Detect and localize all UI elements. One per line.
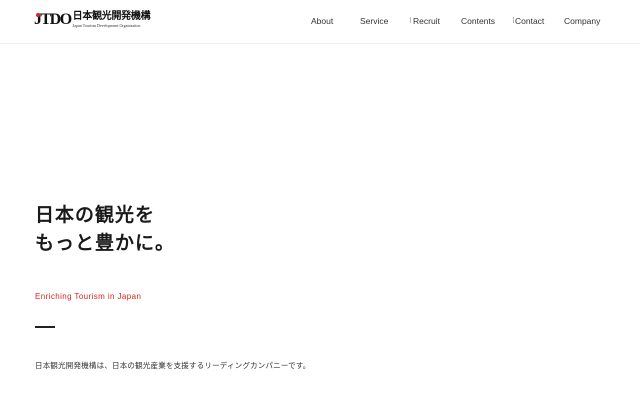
nav-separator (410, 17, 411, 23)
hero-description: 日本観光開発機構は、日本の観光産業を支援するリーディングカンパニーです。 (35, 361, 311, 370)
main-nav: About Service Recruit Contents Contact C… (0, 16, 640, 30)
nav-contents[interactable]: Contents (461, 16, 495, 26)
nav-contact[interactable]: Contact (515, 16, 544, 26)
nav-service[interactable]: Service (360, 16, 388, 26)
nav-about[interactable]: About (311, 16, 333, 26)
site-header: JTDO 日本観光開発機構 Japan Tourism Development … (0, 0, 640, 44)
hero-divider (35, 326, 55, 328)
nav-recruit[interactable]: Recruit (413, 16, 440, 26)
nav-company[interactable]: Company (564, 16, 600, 26)
hero-headline-line1: 日本の観光を (35, 204, 156, 226)
hero-tagline: Enriching Tourism in Japan (35, 292, 142, 301)
nav-separator (513, 17, 514, 23)
hero-headline-line2: もっと豊かに。 (35, 232, 176, 254)
